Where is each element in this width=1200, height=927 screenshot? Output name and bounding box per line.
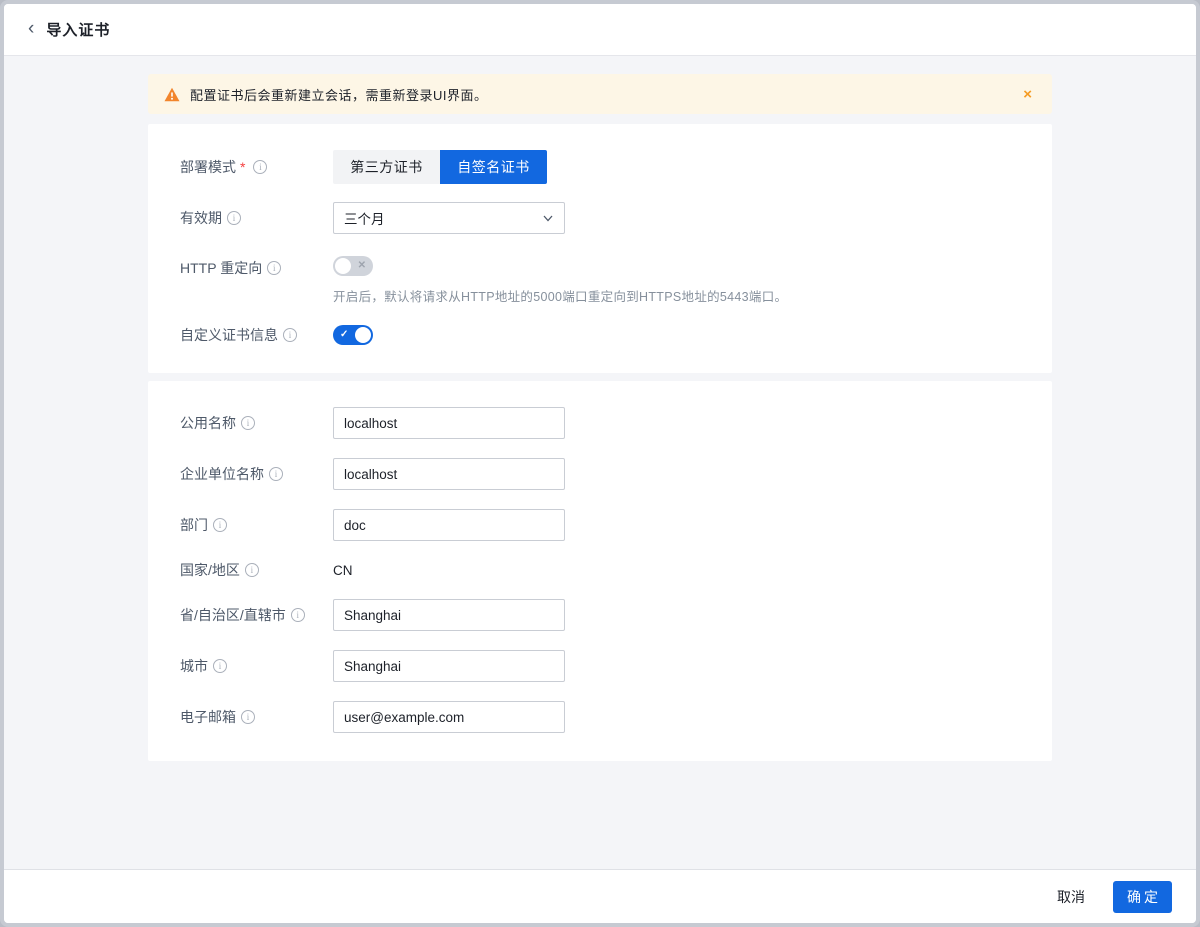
city-label: 城市 [180,656,208,676]
certificate-fields-card: 公用名称 企业单位名称 部门 [148,381,1052,761]
info-icon[interactable] [291,608,305,622]
province-row: 省/自治区/直辖市 [180,599,1020,631]
validity-label: 有效期 [180,208,222,228]
toggle-knob [335,258,351,274]
department-input[interactable] [333,509,565,541]
page-footer: 取消 确定 [4,869,1196,923]
deploy-mode-row: 部署模式 * 第三方证书 自签名证书 [180,150,1020,184]
info-icon[interactable] [283,328,297,342]
country-region-label: 国家/地区 [180,560,240,580]
organization-label: 企业单位名称 [180,464,264,484]
info-icon[interactable] [253,160,267,174]
import-certificate-page: ‹ 导入证书 配置证书后会重新建立会话，需重新登录UI界面。 × [0,0,1200,927]
close-icon: × [1023,86,1032,103]
info-icon[interactable] [213,659,227,673]
http-redirect-label: HTTP 重定向 [180,258,262,278]
back-button[interactable]: ‹ [28,19,38,40]
province-label: 省/自治区/直辖市 [180,605,286,625]
city-row: 城市 [180,650,1020,682]
page-title: 导入证书 [46,19,110,40]
toggle-knob [355,327,371,343]
info-icon[interactable] [241,416,255,430]
required-asterisk: * [240,159,245,175]
province-input[interactable] [333,599,565,631]
info-icon[interactable] [267,261,281,275]
info-icon[interactable] [245,563,259,577]
toggle-off-x-icon: ✕ [358,261,366,271]
country-region-row: 国家/地区 CN [180,560,1020,580]
warning-triangle-icon [164,87,180,102]
deploy-mode-label: 部署模式 [180,157,236,177]
email-input[interactable] [333,701,565,733]
department-label: 部门 [180,515,208,535]
common-name-input[interactable] [333,407,565,439]
custom-cert-info-row: 自定义证书信息 ✓ [180,325,1020,345]
warning-banner: 配置证书后会重新建立会话，需重新登录UI界面。 × [148,74,1052,114]
deployment-settings-card: 部署模式 * 第三方证书 自签名证书 有效期 [148,124,1052,373]
confirm-button[interactable]: 确定 [1113,881,1172,913]
validity-selected-value: 三个月 [344,208,385,228]
deploy-mode-label-group: 部署模式 * [180,157,333,177]
tab-third-party-cert[interactable]: 第三方证书 [333,150,440,184]
info-icon[interactable] [241,710,255,724]
organization-row: 企业单位名称 [180,458,1020,490]
common-name-row: 公用名称 [180,407,1020,439]
department-row: 部门 [180,509,1020,541]
banner-close-button[interactable]: × [1019,85,1036,104]
custom-cert-info-label-group: 自定义证书信息 [180,325,333,345]
page-body: 配置证书后会重新建立会话，需重新登录UI界面。 × 部署模式 * 第三方证书 [4,56,1196,869]
city-input[interactable] [333,650,565,682]
info-icon[interactable] [213,518,227,532]
back-chevron-icon: ‹ [28,18,34,39]
validity-row: 有效期 三个月 [180,202,1020,234]
tab-self-signed-cert[interactable]: 自签名证书 [440,150,547,184]
chevron-down-icon [542,212,554,224]
page-header: ‹ 导入证书 [4,4,1196,56]
warning-banner-text: 配置证书后会重新建立会话，需重新登录UI界面。 [190,85,1019,104]
cancel-button[interactable]: 取消 [1055,881,1087,913]
validity-label-group: 有效期 [180,208,333,228]
custom-cert-info-label: 自定义证书信息 [180,325,278,345]
http-redirect-row: HTTP 重定向 ✕ 开启后，默认将请求从HTTP地址的5000端口重定向到HT… [180,256,1020,305]
country-region-value: CN [333,563,353,578]
info-icon[interactable] [269,467,283,481]
email-row: 电子邮箱 [180,701,1020,733]
toggle-on-check-icon: ✓ [340,330,348,340]
validity-select[interactable]: 三个月 [333,202,565,234]
http-redirect-help-text: 开启后，默认将请求从HTTP地址的5000端口重定向到HTTPS地址的5443端… [333,286,787,305]
http-redirect-toggle[interactable]: ✕ [333,256,373,276]
deploy-mode-segmented-control: 第三方证书 自签名证书 [333,150,547,184]
info-icon[interactable] [227,211,241,225]
http-redirect-label-group: HTTP 重定向 [180,256,333,278]
email-label: 电子邮箱 [180,707,236,727]
custom-cert-info-toggle[interactable]: ✓ [333,325,373,345]
common-name-label: 公用名称 [180,413,236,433]
http-redirect-control: ✕ 开启后，默认将请求从HTTP地址的5000端口重定向到HTTPS地址的544… [333,256,787,305]
organization-input[interactable] [333,458,565,490]
